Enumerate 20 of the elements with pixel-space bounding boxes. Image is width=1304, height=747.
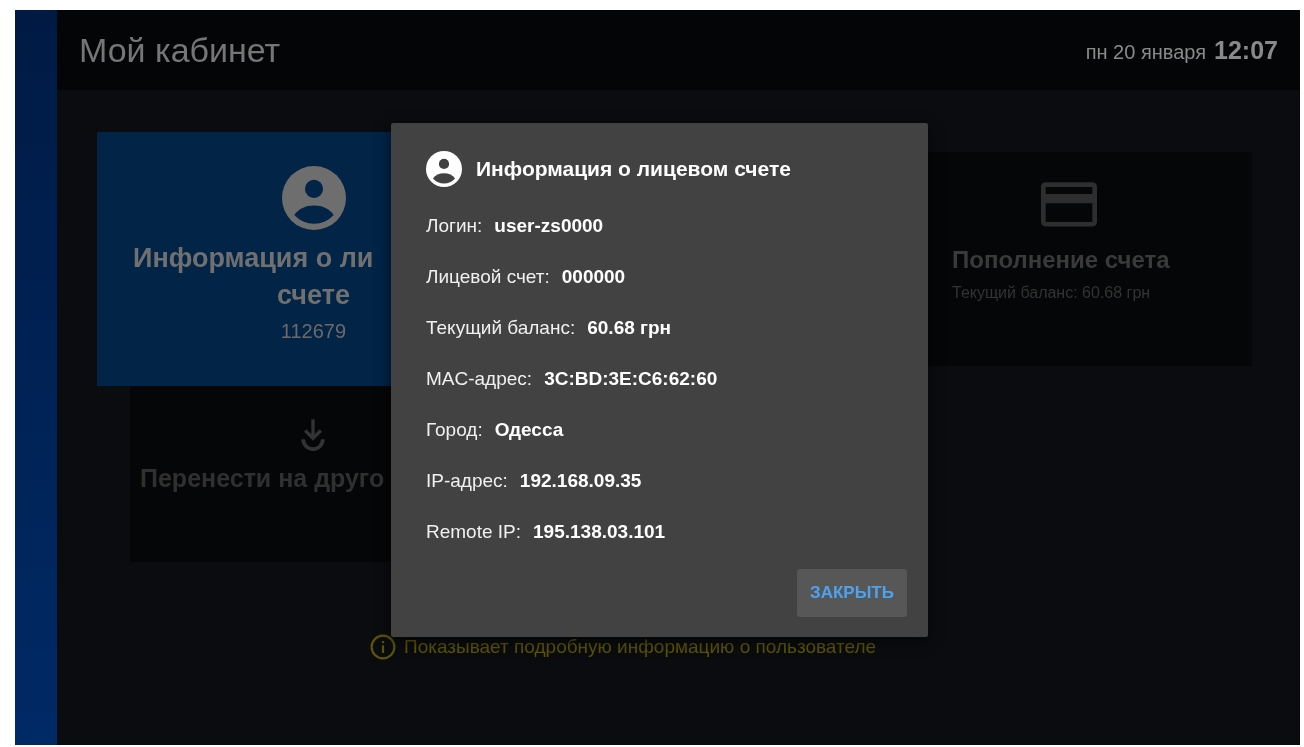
field-value: Одесса (494, 419, 564, 441)
field-value: 60.68 грн (587, 317, 672, 339)
close-button[interactable]: ЗАКРЫТЬ (797, 569, 907, 617)
field-value: 3C:BD:3E:C6:62:60 (544, 368, 718, 390)
account-icon (426, 151, 462, 187)
clock-label: 12:07 (1214, 35, 1278, 65)
tile-title: счете (277, 279, 350, 312)
field-label: Логин: (426, 215, 483, 237)
hint-text: Показывает подробную информацию о пользователе (404, 636, 877, 658)
field-value: 195.138.03.101 (533, 521, 666, 543)
page-title: Мой кабинет (79, 30, 281, 70)
card-icon (1041, 182, 1097, 227)
field-value: 000000 (561, 266, 626, 288)
tile-title: Информация о ли (133, 242, 374, 275)
tile-subtitle: 112679 (280, 320, 347, 343)
field-label: Город: (426, 419, 483, 441)
account-icon (281, 166, 346, 230)
date-label: пн 20 января (1085, 40, 1207, 64)
field-value: 192.168.09.35 (519, 470, 642, 492)
info-icon (370, 634, 396, 660)
